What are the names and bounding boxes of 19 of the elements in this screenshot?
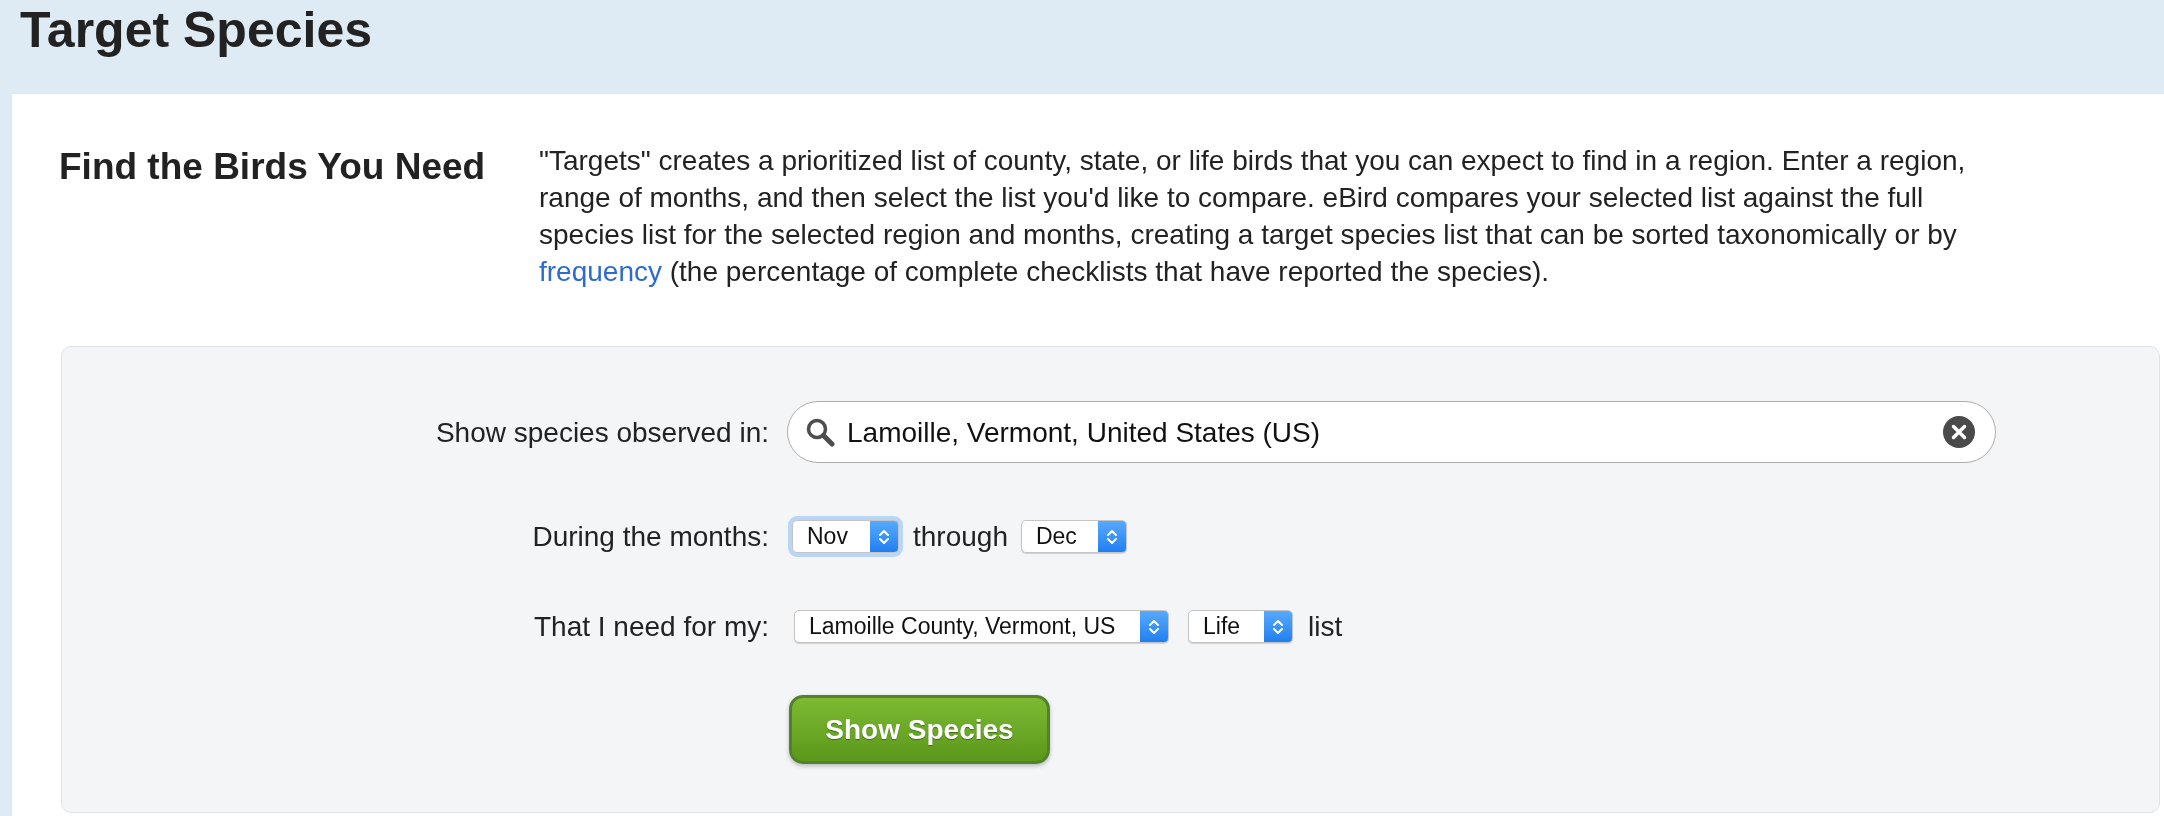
month-select[interactable]: Dec bbox=[1020, 520, 1127, 553]
updown-arrows-icon bbox=[870, 521, 898, 552]
list-suffix-text: list bbox=[1308, 610, 1343, 643]
field-label: Show species observed in: bbox=[434, 415, 769, 449]
updown-arrows-icon bbox=[1140, 611, 1168, 642]
section-heading: Find the Birds You Need bbox=[59, 145, 486, 189]
page-title: Target Species bbox=[20, 1, 372, 59]
field-label: That I need for my: bbox=[533, 610, 769, 643]
search-icon bbox=[805, 417, 835, 447]
description-text: "Targets" creates a prioritized list of county, state, or life birds that you can expect to find in a region. Enter a region, range of months, and then select the list you'd like to compare. eBird compares your selected list against the full species list for the selected region and months, creating a target species list that can be sorted taxonomically or by frequency (the percentage of complete checklists that have reported the species). bbox=[539, 144, 1967, 289]
list-type-select[interactable]: Life bbox=[1188, 610, 1293, 643]
clear-icon[interactable] bbox=[1943, 416, 1975, 448]
connector-text: through bbox=[913, 520, 1008, 553]
updown-arrows-icon bbox=[1264, 611, 1292, 642]
search-field[interactable]: Lamoille, Vermont, United States (US) bbox=[787, 401, 1996, 463]
frequency-link[interactable]: frequency bbox=[539, 256, 662, 287]
updown-arrows-icon bbox=[1097, 521, 1126, 552]
field-label: During the months: bbox=[531, 520, 769, 553]
region-select[interactable]: Lamoille County, Vermont, US bbox=[794, 610, 1169, 643]
